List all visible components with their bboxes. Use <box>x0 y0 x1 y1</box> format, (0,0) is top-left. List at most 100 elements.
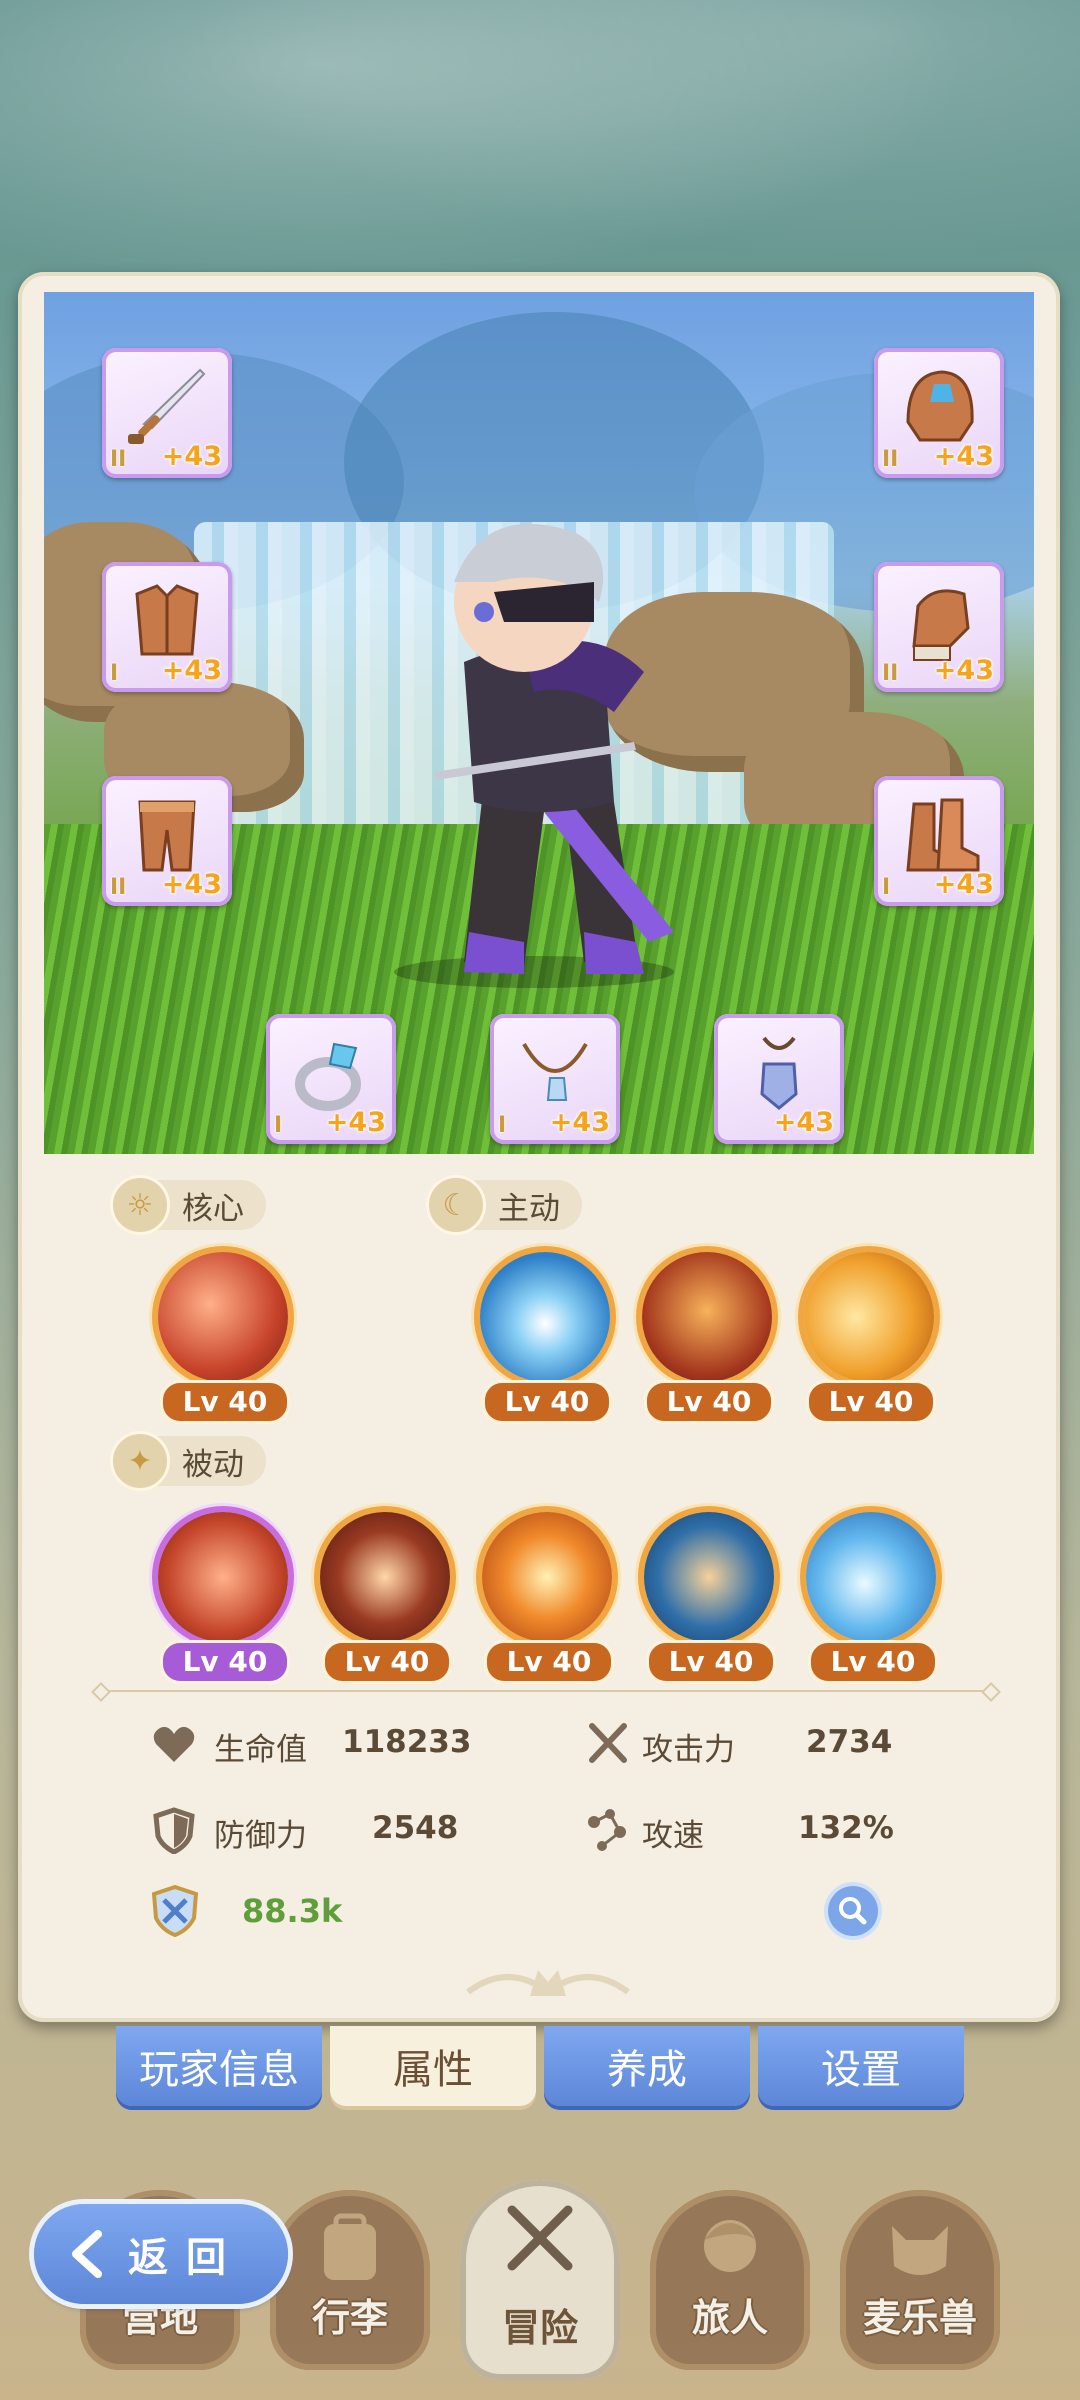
hero-character[interactable] <box>374 512 704 992</box>
enhance-level: +43 <box>933 869 994 900</box>
enhance-level: +43 <box>773 1107 834 1138</box>
tab-attributes[interactable]: 属性 <box>330 2026 536 2106</box>
skill-level-badge: Lv 40 <box>322 1640 452 1684</box>
nav-travelers-label: 旅人 <box>691 2296 768 2340</box>
detail-search-button[interactable] <box>828 1886 878 1936</box>
tier-label: II <box>882 661 899 686</box>
equip-slot-helmet[interactable]: II +43 <box>874 348 1004 478</box>
skill-core-slash[interactable] <box>158 1252 288 1382</box>
amulet-icon <box>760 1036 798 1110</box>
nav-luggage[interactable]: 行李 <box>270 2190 430 2370</box>
def-label: 防御力 <box>214 1818 307 1854</box>
search-icon <box>839 1897 867 1925</box>
equip-slot-chest[interactable]: I +43 <box>102 562 232 692</box>
boots-icon <box>906 798 980 872</box>
traveler-icon <box>704 2220 756 2272</box>
spd-value: 132% <box>798 1810 894 1846</box>
skill-level-badge: Lv 40 <box>806 1380 936 1424</box>
section-passive: ✦ 被动 <box>110 1431 266 1491</box>
tab-development[interactable]: 养成 <box>544 2026 750 2106</box>
skill-level-badge: Lv 40 <box>646 1640 776 1684</box>
combat-power-icon <box>151 1884 199 1938</box>
equip-slot-gloves[interactable]: II +43 <box>874 562 1004 692</box>
backpack-icon <box>324 2213 376 2280</box>
ring-icon <box>295 1042 361 1111</box>
enhance-level: +43 <box>549 1107 610 1138</box>
enhance-level: +43 <box>161 869 222 900</box>
nav-pets[interactable]: 麦乐兽 <box>840 2190 1000 2370</box>
skill-passive-4[interactable] <box>644 1512 774 1642</box>
leg-armor-icon <box>138 800 196 872</box>
skill-level-badge: Lv 40 <box>808 1640 938 1684</box>
moon-icon: ☾ <box>426 1175 486 1235</box>
enhance-level: +43 <box>933 441 994 472</box>
stats-divider <box>106 1690 986 1692</box>
tab-player-info[interactable]: 玩家信息 <box>116 2026 322 2106</box>
skill-active-1[interactable] <box>480 1252 610 1382</box>
nav-adventure[interactable]: 冒险 <box>460 2180 620 2380</box>
tier-label: II <box>110 875 127 900</box>
enhance-level: +43 <box>161 655 222 686</box>
section-active: ☾ 主动 <box>426 1175 582 1235</box>
tier-label: II <box>882 447 899 472</box>
section-active-label: 主动 <box>498 1190 560 1227</box>
equip-slot-weapon[interactable]: II +43 <box>102 348 232 478</box>
crossed-swords-icon <box>507 2205 573 2271</box>
combat-power-value: 88.3k <box>242 1892 343 1930</box>
gauntlet-icon <box>912 589 970 661</box>
star-icon: ✦ <box>110 1431 170 1491</box>
skill-passive-3[interactable] <box>482 1512 612 1642</box>
section-core-label: 核心 <box>182 1190 244 1227</box>
helmet-icon <box>906 370 974 442</box>
pet-icon <box>892 2226 948 2275</box>
tier-label: I <box>498 1113 507 1138</box>
chest-armor-icon <box>135 584 199 656</box>
equip-slot-legs[interactable]: II +43 <box>102 776 232 906</box>
equip-slot-boots[interactable]: I +43 <box>874 776 1004 906</box>
necklace-icon <box>522 1043 588 1101</box>
skill-passive-5[interactable] <box>806 1512 936 1642</box>
nav-adventure-label: 冒险 <box>501 2306 578 2350</box>
heart-icon <box>153 1726 195 1762</box>
enhance-level: +43 <box>933 655 994 686</box>
nav-luggage-label: 行李 <box>311 2296 388 2340</box>
spd-label: 攻速 <box>642 1818 704 1854</box>
sword-icon <box>128 368 206 444</box>
character-scene: II +43 I +43 II +43 II +43 II +43 I +43 … <box>44 292 1034 1154</box>
atk-label: 攻击力 <box>642 1732 735 1768</box>
hp-label: 生命值 <box>214 1732 307 1768</box>
skill-active-2[interactable] <box>642 1252 772 1382</box>
skill-level-badge: Lv 40 <box>644 1380 774 1424</box>
character-panel: II +43 I +43 II +43 II +43 II +43 I +43 … <box>18 272 1060 2022</box>
tab-settings[interactable]: 设置 <box>758 2026 964 2106</box>
equip-slot-necklace[interactable]: I +43 <box>490 1014 620 1144</box>
def-value: 2548 <box>372 1810 459 1846</box>
enhance-level: +43 <box>325 1107 386 1138</box>
skill-passive-1[interactable] <box>158 1512 288 1642</box>
nav-pets-label: 麦乐兽 <box>862 2296 977 2340</box>
enhance-level: +43 <box>161 441 222 472</box>
attack-speed-icon <box>588 1809 626 1851</box>
back-button[interactable]: 返回 <box>34 2204 288 2304</box>
shield-icon <box>153 1807 195 1854</box>
tier-label: I <box>110 661 119 686</box>
sun-icon: ☼ <box>110 1175 170 1235</box>
equip-slot-amulet[interactable]: +43 <box>714 1014 844 1144</box>
skill-level-badge: Lv 40 <box>482 1380 612 1424</box>
skill-active-3[interactable] <box>804 1252 934 1382</box>
skill-level-badge: Lv 40 <box>160 1380 290 1424</box>
atk-value: 2734 <box>806 1724 893 1760</box>
tier-label: I <box>882 875 891 900</box>
tier-label: II <box>110 447 127 472</box>
skill-level-badge: Lv 40 <box>160 1640 290 1684</box>
section-core: ☼ 核心 <box>110 1175 266 1235</box>
back-arrow-icon <box>72 2230 102 2278</box>
crossed-swords-icon <box>589 1723 627 1763</box>
nav-travelers[interactable]: 旅人 <box>650 2190 810 2370</box>
section-passive-label: 被动 <box>182 1446 244 1483</box>
tier-label: I <box>274 1113 283 1138</box>
skill-passive-2[interactable] <box>320 1512 450 1642</box>
panel-ornament <box>466 1970 630 1996</box>
hp-value: 118233 <box>342 1724 472 1760</box>
equip-slot-ring[interactable]: I +43 <box>266 1014 396 1144</box>
